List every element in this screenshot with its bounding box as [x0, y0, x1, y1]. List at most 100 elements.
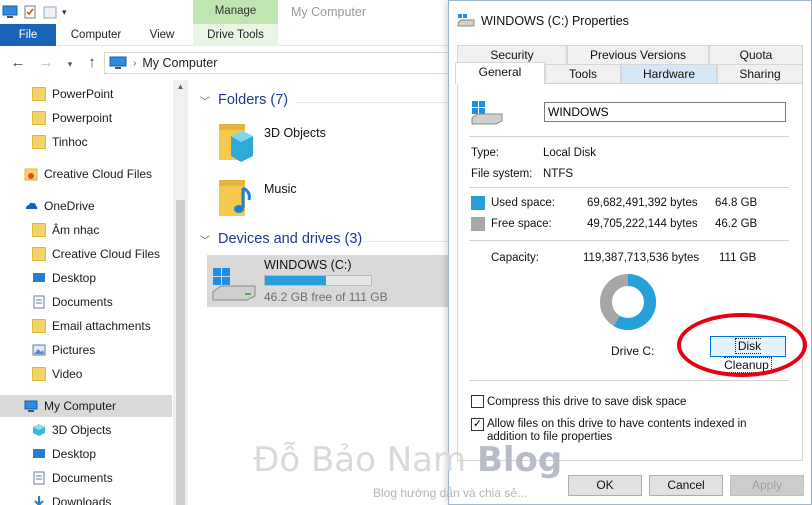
collapse-chevron-icon[interactable]: ﹀ [200, 93, 210, 108]
computer-icon [109, 56, 127, 69]
capacity-gb: 111 GB [719, 252, 757, 264]
ribbon-tab-file[interactable]: File [0, 24, 56, 46]
music-folder-icon[interactable] [217, 176, 257, 220]
scroll-up-arrow-icon[interactable]: ▲ [174, 82, 187, 94]
separator [469, 380, 789, 381]
file-system-label: File system: [471, 168, 533, 180]
computer-icon[interactable] [2, 4, 18, 20]
up-arrow-icon[interactable]: ↑ [84, 54, 100, 71]
nav-item-am-nhac[interactable]: Âm nhạc [32, 219, 172, 241]
onedrive-icon [26, 202, 38, 209]
nav-item-email-attachments[interactable]: Email attachments [32, 315, 172, 337]
windows-drive-icon [471, 101, 503, 125]
ribbon-tab-manage[interactable]: Manage [193, 0, 278, 24]
ribbon-tab-view[interactable]: View [138, 24, 186, 46]
separator [469, 136, 789, 137]
forward-arrow-icon[interactable]: → [38, 54, 54, 71]
nav-item-downloads[interactable]: Downloads [32, 491, 172, 505]
address-path: My Computer [142, 56, 218, 70]
tab-quota[interactable]: Quota [709, 45, 803, 64]
3d-objects-folder-icon[interactable] [217, 120, 257, 166]
tab-hardware[interactable]: Hardware [621, 64, 717, 83]
customize-qat-icon[interactable]: ▾ [62, 7, 67, 18]
tab-general[interactable]: General [455, 62, 545, 84]
nav-item-creative-cloud-files-2[interactable]: Creative Cloud Files [32, 243, 172, 265]
nav-item-label: OneDrive [44, 199, 95, 213]
address-bar[interactable]: › My Computer [104, 52, 450, 74]
drive-free-text: 46.2 GB free of 111 GB [264, 290, 388, 304]
folders-group-header[interactable]: ﹀ Folders (7) [200, 92, 288, 108]
documents-icon [33, 295, 45, 309]
apply-button[interactable]: Apply [730, 475, 804, 496]
folder-label-music[interactable]: Music [264, 182, 297, 196]
folders-heading: Folders (7) [218, 92, 289, 108]
nav-item-label: Email attachments [52, 319, 151, 333]
tab-tools[interactable]: Tools [545, 64, 621, 83]
nav-item-powerpoint-2[interactable]: Powerpoint [32, 107, 172, 129]
nav-item-label: Powerpoint [52, 111, 113, 125]
volume-label-input[interactable]: WINDOWS [544, 102, 786, 122]
nav-item-label: Desktop [52, 447, 97, 461]
separator [469, 187, 789, 188]
highlight-annotation-ring [677, 313, 807, 377]
free-space-label: Free space: [491, 218, 552, 230]
recent-locations-icon[interactable]: ▾ [62, 59, 78, 70]
nav-item-video[interactable]: Video [32, 363, 172, 385]
folder-label-3d-objects[interactable]: 3D Objects [264, 126, 326, 140]
type-value: Local Disk [543, 147, 597, 159]
windows-drive-icon [212, 268, 256, 301]
watermark-blog: Blog [476, 440, 563, 480]
nav-item-documents[interactable]: Documents [32, 291, 172, 313]
properties-icon[interactable] [22, 4, 38, 20]
nav-pane-scroll-thumb[interactable] [176, 200, 185, 505]
drives-group-header[interactable]: ﹀ Devices and drives (3) [200, 231, 362, 247]
nav-item-label: Pictures [52, 343, 96, 357]
breadcrumb-chevron-icon[interactable]: › [133, 58, 136, 69]
free-space-gb: 46.2 GB [715, 218, 758, 230]
nav-item-pictures[interactable]: Pictures [32, 339, 172, 361]
capacity-bytes: 119,387,713,536 bytes [583, 252, 700, 264]
nav-item-label: Âm nhạc [52, 223, 100, 237]
folder-icon [32, 111, 46, 125]
pictures-icon [32, 344, 46, 356]
nav-item-3d-objects[interactable]: 3D Objects [32, 419, 172, 441]
nav-item-label: Documents [52, 471, 113, 485]
nav-item-creative-cloud-files[interactable]: Creative Cloud Files [24, 163, 172, 185]
nav-item-tinhoc[interactable]: Tinhoc [32, 131, 172, 153]
group-divider [295, 102, 450, 103]
index-checkbox[interactable]: ✓ [471, 418, 484, 431]
nav-item-onedrive[interactable]: OneDrive [24, 195, 172, 217]
folder-icon [32, 247, 46, 261]
folder-icon [32, 223, 46, 237]
nav-item-label: Tinhoc [52, 135, 88, 149]
used-space-label: Used space: [491, 197, 555, 209]
tab-previous-versions[interactable]: Previous Versions [567, 45, 709, 64]
free-space-bytes: 49,705,222,144 bytes [587, 218, 698, 230]
nav-item-desktop-2[interactable]: Desktop [32, 443, 172, 465]
compress-checkbox[interactable] [471, 395, 484, 408]
drive-usage-fill [265, 276, 327, 285]
cancel-button[interactable]: Cancel [649, 475, 723, 496]
dialog-title-bar[interactable]: WINDOWS (C:) Properties [449, 1, 811, 41]
ribbon-tab-drive-tools[interactable]: Drive Tools [193, 24, 278, 46]
nav-item-label: Desktop [52, 271, 97, 285]
compress-label[interactable]: Compress this drive to save disk space [487, 396, 686, 408]
back-arrow-icon[interactable]: ← [10, 54, 26, 71]
new-folder-icon[interactable] [42, 4, 58, 20]
ribbon-tab-computer[interactable]: Computer [62, 24, 130, 46]
nav-item-powerpoint[interactable]: PowerPoint [32, 83, 172, 105]
nav-item-desktop[interactable]: Desktop [32, 267, 172, 289]
nav-item-label: 3D Objects [52, 423, 112, 437]
used-space-swatch [471, 196, 485, 210]
ok-button[interactable]: OK [568, 475, 642, 496]
nav-item-my-computer[interactable]: My Computer [0, 395, 172, 417]
drives-heading: Devices and drives (3) [218, 231, 363, 247]
tab-sharing[interactable]: Sharing [717, 64, 803, 83]
nav-item-label: PowerPoint [52, 87, 114, 101]
nav-item-documents-2[interactable]: Documents [32, 467, 172, 489]
downloads-icon [34, 496, 44, 505]
dialog-title: WINDOWS (C:) Properties [481, 14, 629, 28]
collapse-chevron-icon[interactable]: ﹀ [200, 232, 210, 247]
used-space-gb: 64.8 GB [715, 197, 758, 209]
separator [469, 240, 789, 241]
